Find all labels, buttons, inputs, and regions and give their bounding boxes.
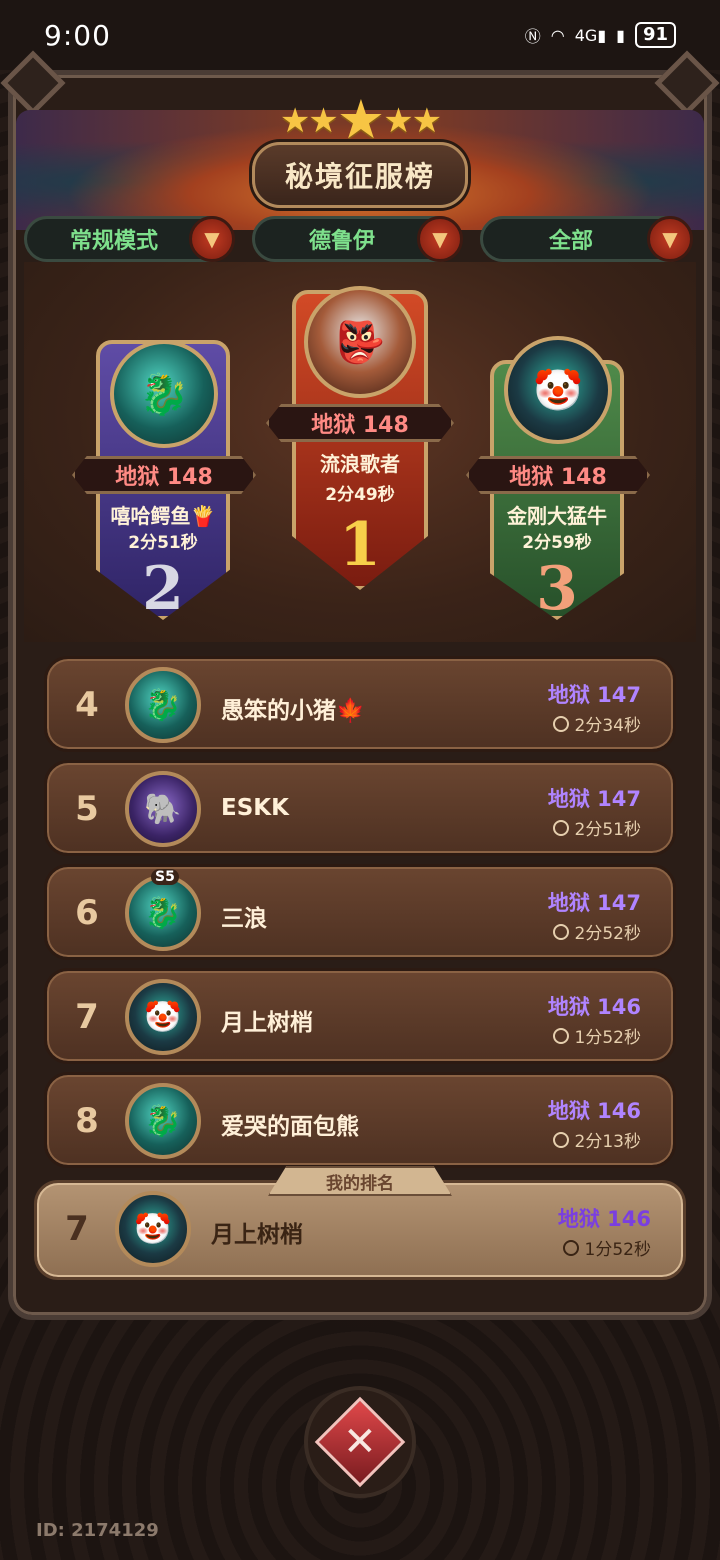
difficulty-badge: 地狱 148 xyxy=(266,404,454,442)
avatar-elephant-icon[interactable]: 🐘 xyxy=(125,771,201,847)
status-bar: 9:00 Ⓝ ◠ 4G▮ ▮ 91 xyxy=(0,0,720,70)
difficulty-label: 地狱 146 xyxy=(547,1099,641,1123)
list-item[interactable]: 4 🐉 愚笨的小猪🍁 地狱 147 2分34秒 xyxy=(44,656,676,752)
rank-number: 8 xyxy=(75,1101,99,1141)
filter-bar: 常规模式 ▼ 德鲁伊 ▼ 全部 ▼ xyxy=(24,216,696,262)
difficulty-label: 地狱 146 xyxy=(547,995,641,1019)
list-item[interactable]: 6 🐉 S5 三浪 地狱 147 2分52秒 xyxy=(44,864,676,960)
clear-time-value: 2分52秒 xyxy=(574,924,641,944)
avatar-dragon-icon[interactable]: 🐉 xyxy=(125,667,201,743)
chevron-down-icon[interactable]: ▼ xyxy=(189,216,235,262)
clear-time-value: 1分52秒 xyxy=(574,1028,641,1048)
status-icons: Ⓝ ◠ 4G▮ ▮ 91 xyxy=(525,22,676,48)
avatar-samurai-icon[interactable]: 👺 xyxy=(304,286,416,398)
player-name: 三浪 xyxy=(221,906,267,932)
status-time: 9:00 xyxy=(44,18,111,52)
rank-number: 4 xyxy=(75,685,99,725)
season-badge: S5 xyxy=(151,869,179,885)
clear-time: 2分52秒 xyxy=(552,919,641,944)
close-icon[interactable]: ✕ xyxy=(314,1396,406,1488)
battery-icon: 91 xyxy=(634,22,676,48)
clock-icon xyxy=(562,1239,579,1256)
rank-number: 5 xyxy=(75,789,99,829)
filter-class[interactable]: 德鲁伊 ▼ xyxy=(252,216,463,262)
difficulty-badge: 地狱 148 xyxy=(466,456,650,494)
signal-icon: ▮ xyxy=(616,25,625,45)
clock-icon xyxy=(552,1131,569,1148)
clear-time: 1分52秒 xyxy=(562,1235,651,1260)
clear-time: 2分34秒 xyxy=(552,711,641,736)
player-name: 爱哭的面包熊 xyxy=(221,1114,359,1140)
list-item[interactable]: 7 🤡 月上树梢 地狱 146 1分52秒 xyxy=(44,968,676,1064)
list-item[interactable]: 5 🐘 ESKK 地狱 147 2分51秒 xyxy=(44,760,676,856)
player-name: 金刚大猛牛 xyxy=(507,504,607,528)
wifi-icon: ◠ xyxy=(550,25,565,45)
network-label: 4G xyxy=(574,25,598,45)
clear-time: 2分51秒 xyxy=(552,815,641,840)
clear-time-value: 2分13秒 xyxy=(574,1132,641,1152)
player-name: 月上树梢 xyxy=(211,1222,303,1248)
player-name: 流浪歌者 xyxy=(320,452,400,476)
avatar-clown-icon[interactable]: 🤡 xyxy=(115,1191,191,1267)
difficulty-label: 地狱 146 xyxy=(557,1207,651,1231)
rank-number: 3 xyxy=(536,554,578,624)
filter-mode[interactable]: 常规模式 ▼ xyxy=(24,216,235,262)
my-rank-tab: 我的排名 xyxy=(268,1166,452,1196)
user-id: ID: 2174129 xyxy=(36,1520,159,1541)
rank-number: 7 xyxy=(75,997,99,1037)
player-name: ESKK xyxy=(221,795,289,821)
page-title: 秘境征服榜 xyxy=(252,142,468,208)
avatar-clown-icon[interactable]: 🤡 xyxy=(504,336,612,444)
chevron-down-icon[interactable]: ▼ xyxy=(647,216,693,262)
rank-number: 6 xyxy=(75,893,99,933)
difficulty-label: 地狱 147 xyxy=(547,787,641,811)
difficulty-badge: 地狱 148 xyxy=(72,456,256,494)
clear-time-value: 2分51秒 xyxy=(574,820,641,840)
difficulty-label: 地狱 147 xyxy=(547,683,641,707)
clear-time-value: 2分34秒 xyxy=(574,716,641,736)
clear-time: 2分13秒 xyxy=(552,1127,641,1152)
rank-number: 1 xyxy=(339,510,381,580)
player-name: 愚笨的小猪🍁 xyxy=(221,698,365,724)
clock-icon xyxy=(552,715,569,732)
clock-icon xyxy=(552,1027,569,1044)
close-button[interactable]: ✕ xyxy=(304,1386,416,1498)
clock-icon xyxy=(552,819,569,836)
avatar-clown-icon[interactable]: 🤡 xyxy=(125,979,201,1055)
player-name: 月上树梢 xyxy=(221,1010,313,1036)
filter-scope[interactable]: 全部 ▼ xyxy=(480,216,693,262)
nfc-icon: Ⓝ xyxy=(524,27,541,46)
clear-time: 2分49秒 xyxy=(325,485,395,505)
signal-4g-icon: 4G▮ xyxy=(574,25,607,45)
rank-number: 2 xyxy=(142,554,184,624)
avatar-dragon-icon[interactable]: 🐉 xyxy=(110,340,218,448)
clear-time: 2分59秒 xyxy=(522,533,592,553)
rank-number: 7 xyxy=(65,1209,89,1249)
player-name: 嘻哈鳄鱼🍟 xyxy=(110,504,216,528)
difficulty-label: 地狱 147 xyxy=(547,891,641,915)
chevron-down-icon[interactable]: ▼ xyxy=(417,216,463,262)
clock-icon xyxy=(552,923,569,940)
avatar-dragon-icon[interactable]: 🐉 xyxy=(125,1083,201,1159)
clear-time-value: 1分52秒 xyxy=(584,1240,651,1260)
clear-time: 1分52秒 xyxy=(552,1023,641,1048)
list-item[interactable]: 8 🐉 爱哭的面包熊 地狱 146 2分13秒 xyxy=(44,1072,676,1168)
avatar-dragon-icon[interactable]: 🐉 xyxy=(125,875,201,951)
clear-time: 2分51秒 xyxy=(128,533,198,553)
